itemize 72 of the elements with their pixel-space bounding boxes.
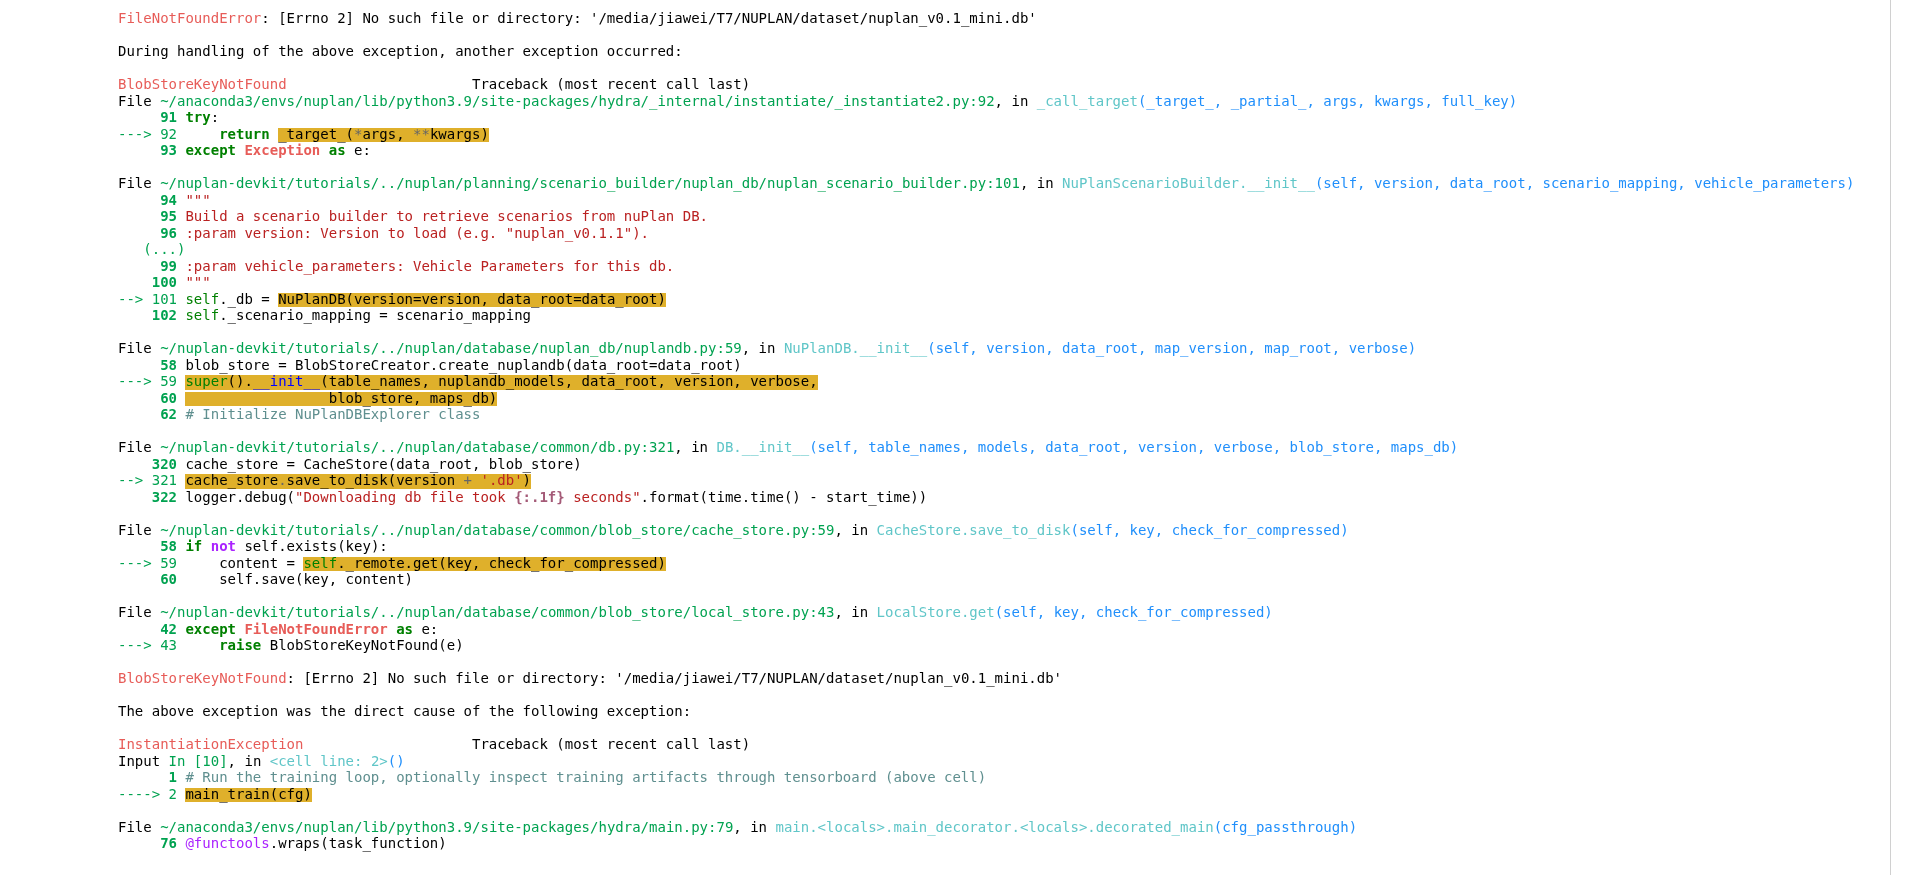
code-line: """ — [185, 274, 211, 291]
code-line: super().__init__(table_names, nuplandb_models, data_root, version, verbose, — [185, 373, 818, 390]
code-line: cache_store.save_to_disk(version + '.db') — [185, 472, 532, 489]
current-line-arrow: --> — [118, 290, 144, 307]
line-number: 100 — [151, 274, 177, 291]
code-line: if not self.exists(key): — [185, 538, 388, 555]
line-number: 99 — [160, 257, 177, 274]
line-number: 42 — [160, 620, 177, 637]
traceback-label: Traceback (most recent call last) — [472, 76, 751, 93]
traceback-line: File ~/anaconda3/envs/nuplan/lib/python3.9/site-packages/hydra/main.py:79, in main.<locals>.main_decorator.<locals>.decorated_main(cfg_passthrough) — [118, 818, 1358, 835]
code-line: # Initialize NuPlanDBExplorer class — [185, 406, 481, 423]
code-line: :param version: Version to load (e.g. "nuplan_v0.1.1"). — [185, 224, 649, 241]
code-line: blob_store = BlobStoreCreator.create_nuplandb(data_root=data_root) — [185, 356, 742, 373]
line-number: 58 — [160, 356, 177, 373]
traceback-line: During handling of the above exception, another exception occurred: — [118, 43, 683, 60]
traceback-line: Input In [10], in <cell line: 2>() — [118, 752, 405, 769]
line-number: 60 — [160, 571, 177, 588]
traceback-line: FileNotFoundError: [Errno 2] No such file or directory: '/media/jiawei/T7/NUPLAN/dataset/nuplan_v0.1_mini.db' — [118, 10, 1037, 27]
code-line: cache_store = CacheStore(data_root, blob_store) — [185, 455, 582, 472]
traceback-line: File ~/nuplan-devkit/tutorials/../nuplan/database/common/db.py:321, in DB.__init__(self, table_names, models, data_root, version, verbose, blob_store, maps_db) — [118, 439, 1459, 456]
code-line: self.save(key, content) — [218, 571, 413, 588]
exception-name: BlobStoreKeyNotFound — [118, 76, 288, 93]
current-line-arrow: ---> — [118, 373, 152, 390]
code-line: @functools.wraps(task_function) — [185, 835, 447, 852]
line-number: 59 — [160, 554, 177, 571]
code-line: logger.debug("Downloading db file took {:.1f} seconds".format(time.time() - start_time)) — [185, 488, 928, 505]
line-number: 58 — [160, 538, 177, 555]
line-number: 91 — [160, 109, 177, 126]
skipped-lines-marker: (...) — [143, 241, 186, 258]
line-number: 59 — [160, 373, 177, 390]
code-line: self._scenario_mapping = scenario_mapping — [185, 307, 531, 324]
code-line: return _target_(*args, **kwargs) — [218, 125, 489, 142]
line-number: 101 — [151, 290, 177, 307]
line-number: 320 — [151, 455, 177, 472]
line-number: 76 — [160, 835, 177, 852]
code-line: self._db = NuPlanDB(version=version, data_root=data_root) — [185, 290, 666, 307]
line-number: 62 — [160, 406, 177, 423]
code-line: except Exception as e: — [185, 142, 371, 159]
traceback-line: The above exception was the direct cause of the following exception: — [118, 703, 692, 720]
line-number: 2 — [168, 785, 177, 802]
code-line: except FileNotFoundError as e: — [185, 620, 439, 637]
traceback-line: File ~/nuplan-devkit/tutorials/../nuplan/database/nuplan_db/nuplandb.py:59, in NuPlanDB.__init__(self, version, data_root, map_version, map_root, verbose) — [118, 340, 1417, 357]
traceback-line: File ~/nuplan-devkit/tutorials/../nuplan/database/common/blob_store/local_store.py:43, in LocalStore.get(self, key, check_for_compressed) — [118, 604, 1273, 621]
line-number: 321 — [151, 472, 177, 489]
line-number: 60 — [160, 389, 177, 406]
line-number: 96 — [160, 224, 177, 241]
line-number: 1 — [168, 769, 177, 786]
current-line-arrow: --> — [118, 472, 144, 489]
traceback-line: File ~/nuplan-devkit/tutorials/../nuplan/database/common/blob_store/cache_store.py:59, in CacheStore.save_to_disk(self, key, check_for_compressed) — [118, 521, 1349, 538]
current-line-arrow: ----> — [118, 785, 161, 802]
code-line: """ — [185, 191, 211, 208]
current-line-arrow: ---> — [118, 637, 152, 654]
code-line: # Run the training loop, optionally inspect training artifacts through tensorboard (above cell) — [185, 769, 987, 786]
line-number: 95 — [160, 208, 177, 225]
code-line: Build a scenario builder to retrieve scenarios from nuPlan DB. — [185, 208, 708, 225]
line-number: 102 — [151, 307, 177, 324]
code-line: content = self._remote.get(key, check_for_compressed) — [218, 554, 666, 571]
code-line: try: — [185, 109, 220, 126]
code-line: :param vehicle_parameters: Vehicle Parameters for this db. — [185, 257, 675, 274]
line-number: 94 — [160, 191, 177, 208]
code-line: raise BlobStoreKeyNotFound(e) — [218, 637, 464, 654]
line-number: 43 — [160, 637, 177, 654]
current-line-arrow: ---> — [118, 554, 152, 571]
current-line-arrow: ---> — [118, 125, 152, 142]
traceback-line: BlobStoreKeyNotFound: [Errno 2] No such file or directory: '/media/jiawei/T7/NUPLAN/dataset/nuplan_v0.1_mini.db' — [118, 670, 1063, 687]
line-number: 93 — [160, 142, 177, 159]
exception-name: InstantiationException — [118, 736, 305, 753]
traceback-line: File ~/anaconda3/envs/nuplan/lib/python3.9/site-packages/hydra/_internal/instantiate/_instantiate2.py:92, in _call_target(_target_, _partial_, args, kwargs, full_key) — [118, 92, 1518, 109]
traceback-line: File ~/nuplan-devkit/tutorials/../nuplan/planning/scenario_builder/nuplan_db/nuplan_scenario_builder.py:101, in NuPlanScenarioBuilder.__init__(self, version, data_root, scenario_mapping, vehicle_parameters) — [118, 175, 1855, 192]
line-number: 92 — [160, 125, 177, 142]
traceback-label: Traceback (most recent call last) — [472, 736, 751, 753]
line-number: 322 — [151, 488, 177, 505]
